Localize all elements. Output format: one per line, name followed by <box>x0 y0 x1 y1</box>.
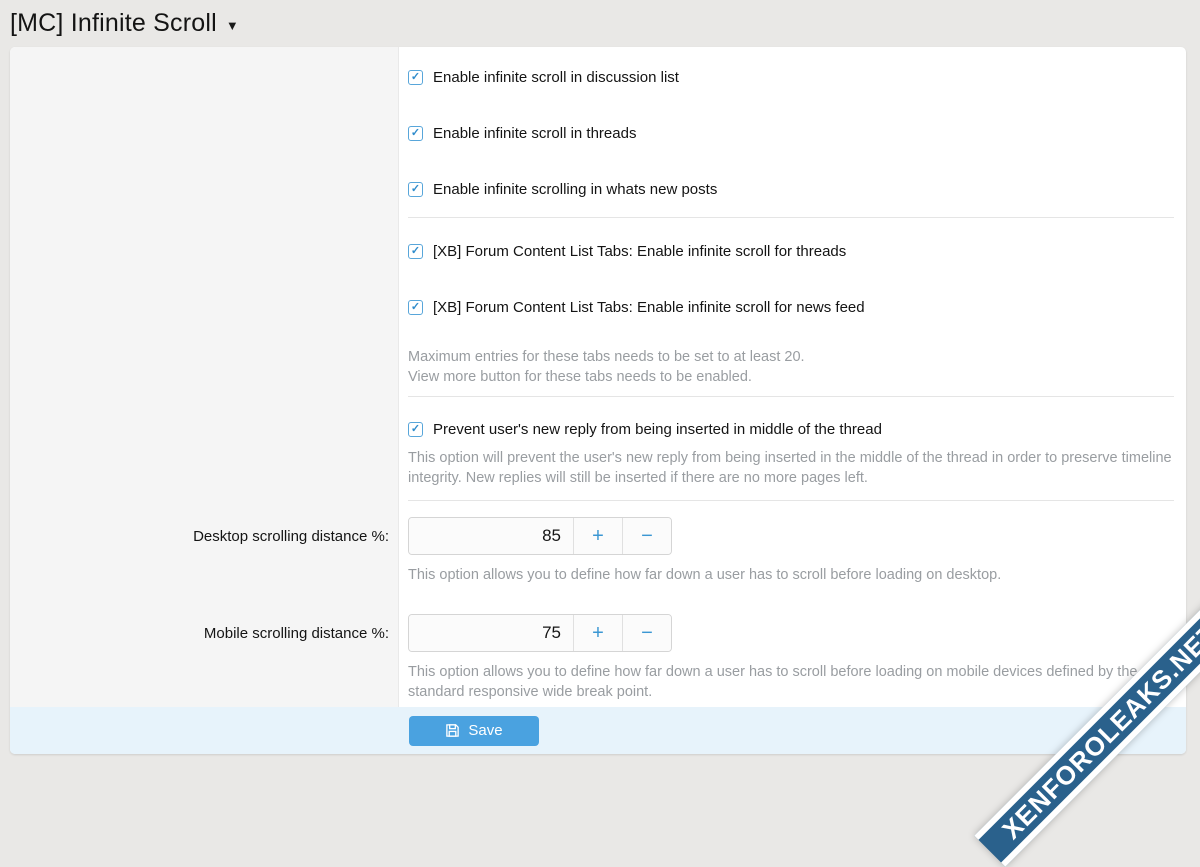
option-label-cell <box>10 235 399 273</box>
option-row: ✓ Enable infinite scroll in threads <box>10 117 1186 173</box>
option-label-cell <box>10 413 399 451</box>
chevron-down-icon: ▼ <box>226 15 239 33</box>
desktop-distance-input[interactable] <box>409 518 573 554</box>
mobile-distance-input[interactable] <box>409 615 573 651</box>
checkbox-checked-icon[interactable]: ✓ <box>408 300 423 315</box>
decrement-button[interactable]: − <box>622 518 671 554</box>
option-row: ✓ Prevent user's new reply from being in… <box>10 413 1186 488</box>
option-label-cell <box>10 61 399 99</box>
page-header: [MC] Infinite Scroll ▼ <box>0 0 1200 47</box>
option-explain: This option will prevent the user's new … <box>408 448 1174 488</box>
option-row: ✓ Enable infinite scrolling in whats new… <box>10 173 1186 211</box>
save-button-label: Save <box>468 722 502 739</box>
increment-button[interactable]: + <box>573 615 622 651</box>
section-divider <box>408 396 1174 397</box>
save-button[interactable]: Save <box>409 716 539 746</box>
option-row: ✓ [XB] Forum Content List Tabs: Enable i… <box>10 291 1186 387</box>
page-title-menu[interactable]: [MC] Infinite Scroll ▼ <box>10 9 239 38</box>
checkbox-checked-icon[interactable]: ✓ <box>408 244 423 259</box>
increment-button[interactable]: + <box>573 518 622 554</box>
checkbox-checked-icon[interactable]: ✓ <box>408 70 423 85</box>
panel-footer: Save <box>10 707 1186 754</box>
section-divider <box>408 500 1174 501</box>
checkbox-label[interactable]: [XB] Forum Content List Tabs: Enable inf… <box>433 299 865 316</box>
option-notes: Maximum entries for these tabs needs to … <box>408 347 1174 387</box>
checkbox-label[interactable]: Prevent user's new reply from being inse… <box>433 421 882 438</box>
checkbox-label[interactable]: Enable infinite scroll in threads <box>433 125 636 142</box>
desktop-distance-stepper: + − <box>408 517 672 555</box>
option-label-cell <box>10 117 399 155</box>
option-explain: This option allows you to define how far… <box>408 662 1174 702</box>
option-label: Mobile scrolling distance %: <box>10 614 399 652</box>
options-panel: ✓ Enable infinite scroll in discussion l… <box>10 47 1186 754</box>
mobile-distance-stepper: + − <box>408 614 672 652</box>
option-explain: This option allows you to define how far… <box>408 565 1174 585</box>
checkbox-label[interactable]: [XB] Forum Content List Tabs: Enable inf… <box>433 243 846 260</box>
checkbox-checked-icon[interactable]: ✓ <box>408 182 423 197</box>
page-title: [MC] Infinite Scroll <box>10 9 217 38</box>
option-row: ✓ [XB] Forum Content List Tabs: Enable i… <box>10 235 1186 291</box>
section-divider <box>408 217 1174 218</box>
option-label-cell <box>10 291 399 329</box>
checkbox-label[interactable]: Enable infinite scroll in discussion lis… <box>433 69 679 86</box>
checkbox-checked-icon[interactable]: ✓ <box>408 126 423 141</box>
checkbox-label[interactable]: Enable infinite scrolling in whats new p… <box>433 181 717 198</box>
option-row: Mobile scrolling distance %: + − This op… <box>10 614 1186 702</box>
save-icon <box>445 723 460 738</box>
option-row: ✓ Enable infinite scroll in discussion l… <box>10 61 1186 117</box>
note-line: View more button for these tabs needs to… <box>408 367 1174 387</box>
note-line: Maximum entries for these tabs needs to … <box>408 347 1174 367</box>
option-label-cell <box>10 173 399 211</box>
checkbox-checked-icon[interactable]: ✓ <box>408 422 423 437</box>
option-label: Desktop scrolling distance %: <box>10 517 399 555</box>
option-row: Desktop scrolling distance %: + − This o… <box>10 517 1186 585</box>
decrement-button[interactable]: − <box>622 615 671 651</box>
